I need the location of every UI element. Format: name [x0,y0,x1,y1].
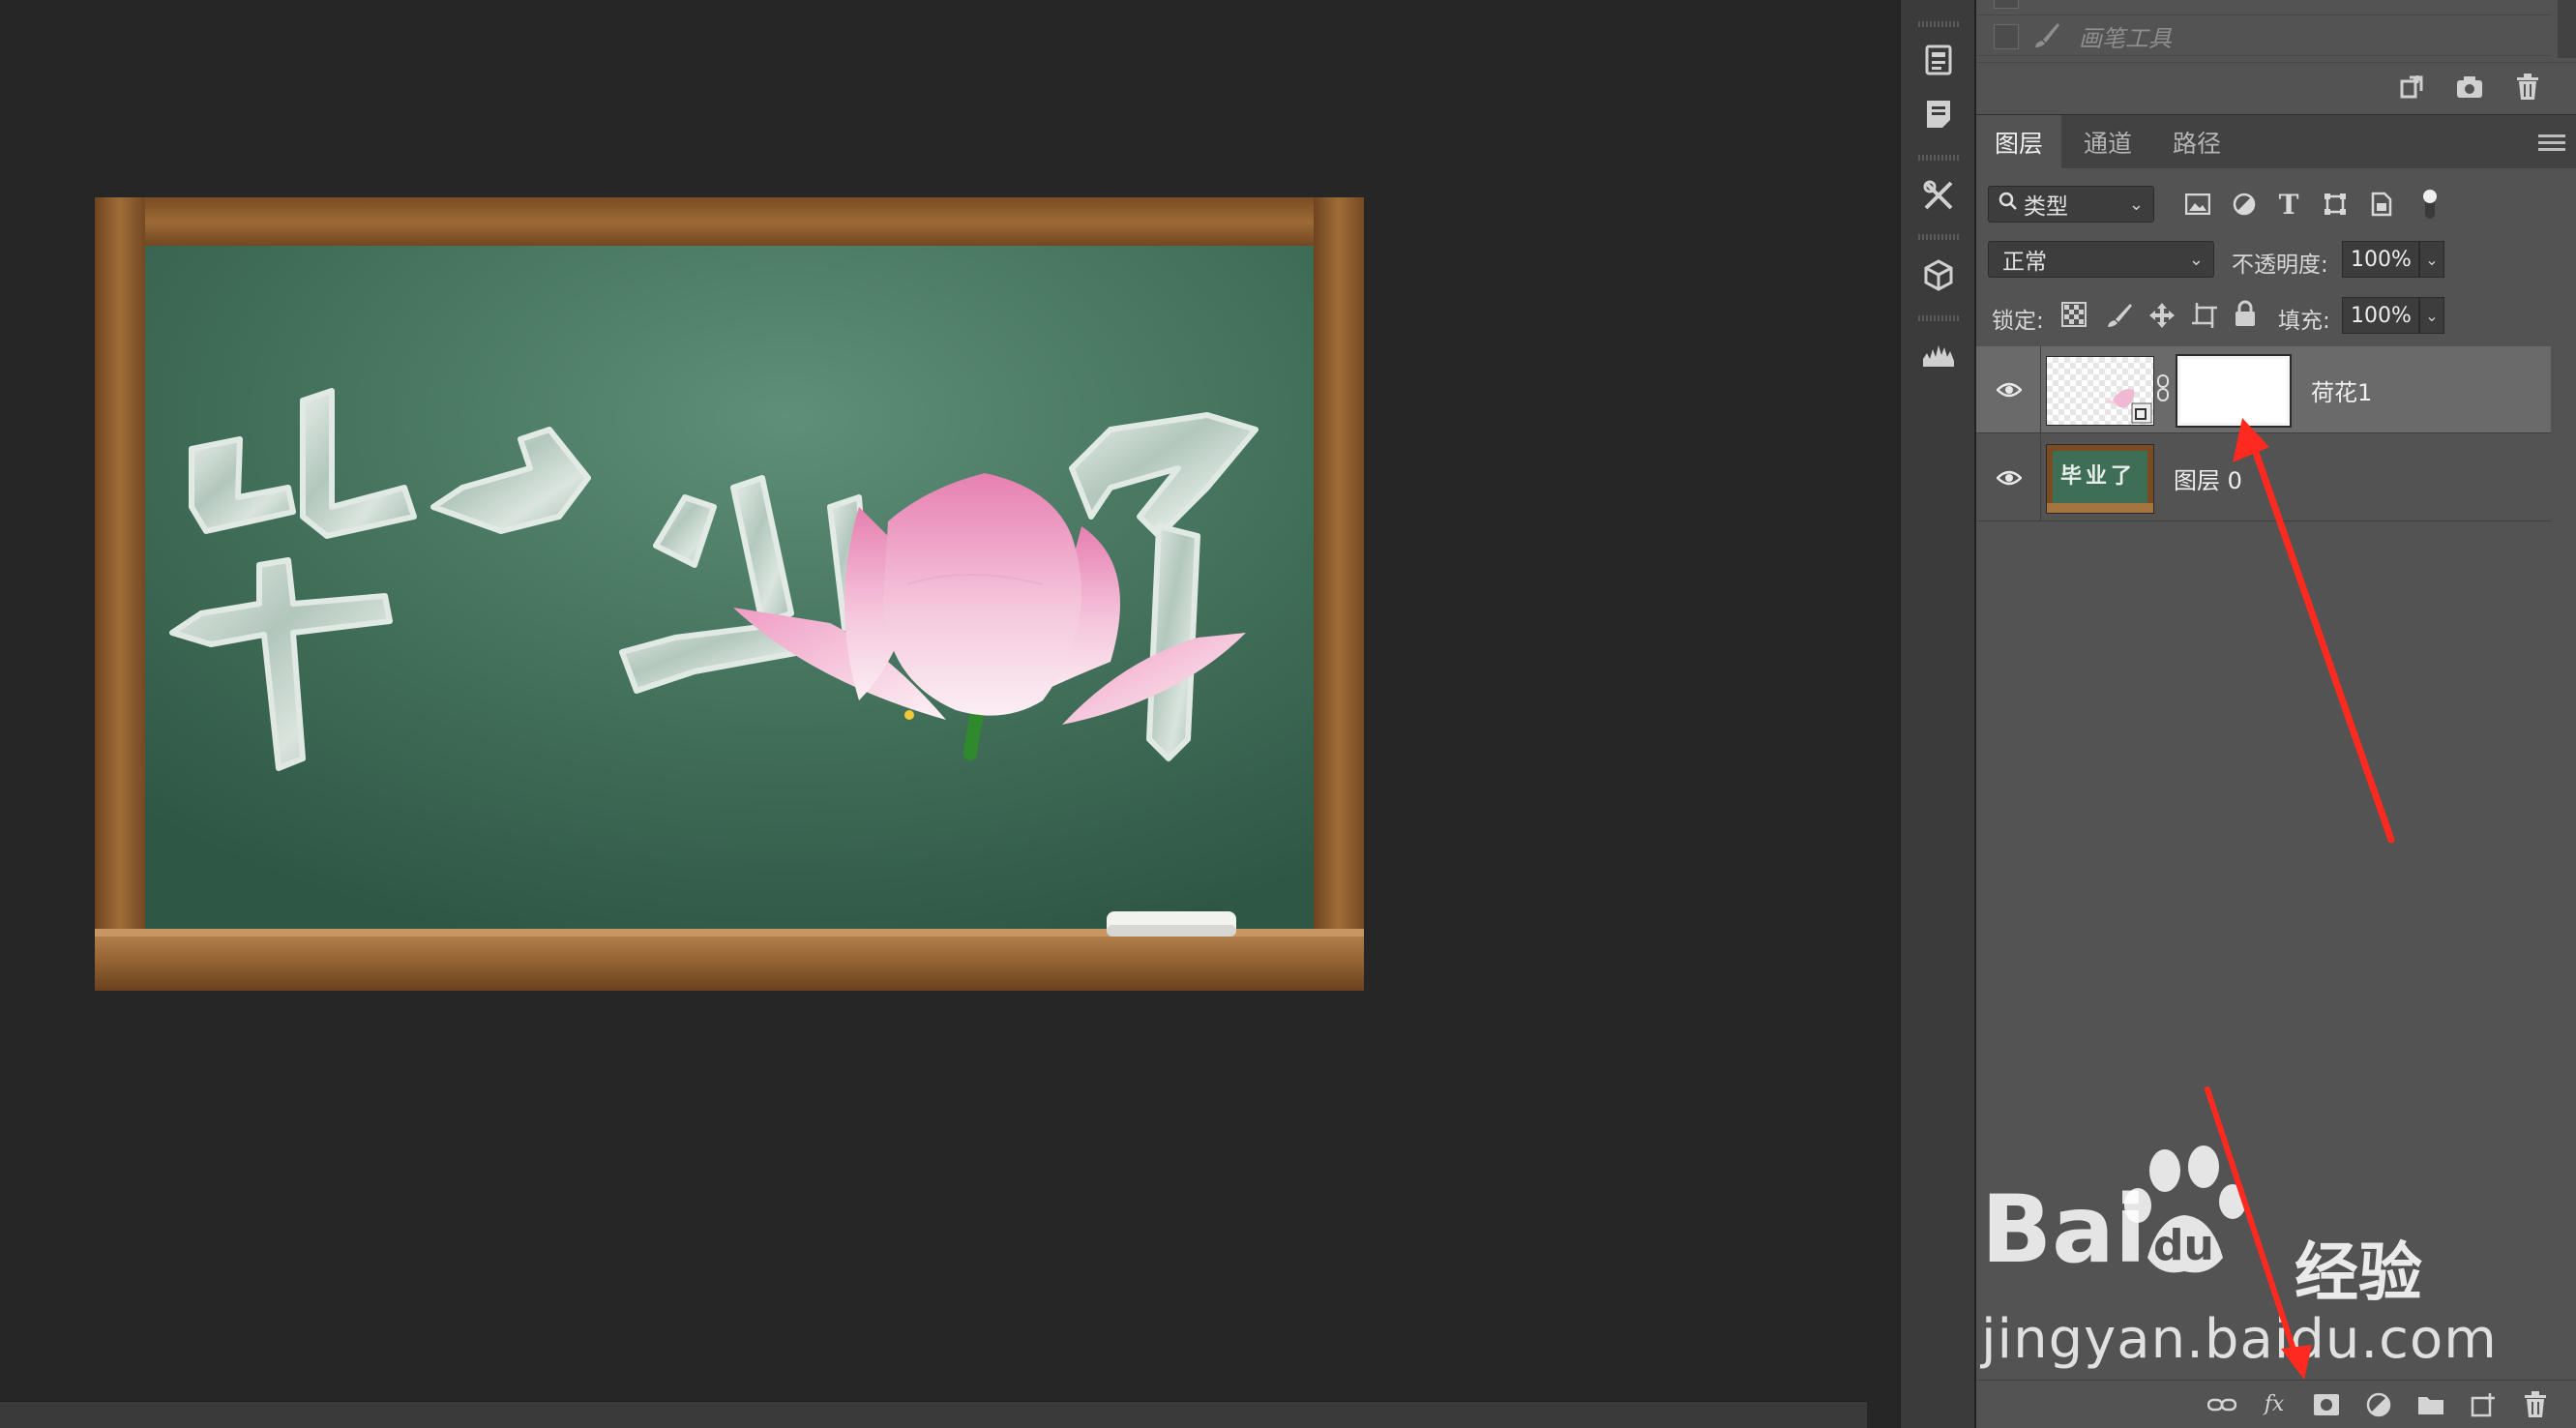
3d-cube-icon[interactable] [1915,252,1962,298]
layers-list: 荷花1 毕业了 图层 0 [1976,344,2576,1380]
mask-link-icon[interactable] [2156,373,2172,404]
history-panel: 画笔工具 [1976,0,2576,114]
history-item[interactable] [1976,0,2551,15]
watermark-jingyan: 经验 [2295,1235,2422,1310]
tab-channels[interactable]: 通道 [2061,115,2154,169]
search-icon [1999,192,2018,217]
visibility-eye-icon[interactable] [1994,463,2025,492]
layers-tab-bar: 图层 通道 路径 [1976,114,2576,169]
fx-icon[interactable]: fx [2260,1390,2289,1419]
lock-paint-icon[interactable] [2106,302,2135,331]
visibility-eye-icon[interactable] [1994,375,2025,404]
adjustment-layer-icon[interactable] [2364,1390,2393,1419]
histogram-icon[interactable] [1915,331,1962,377]
layer-filter-row: 类型 ⌄ T [1976,178,2576,228]
image-filter-icon[interactable] [2181,188,2214,221]
layer-row-layer0[interactable]: 毕业了 图层 0 [1976,434,2551,521]
tab-layers[interactable]: 图层 [1976,115,2061,169]
history-toolbar [1976,62,2576,110]
camera-snapshot-icon[interactable] [2455,73,2484,102]
blend-mode-dropdown[interactable]: 正常 ⌄ [1988,241,2214,278]
lock-all-icon[interactable] [2234,300,2263,329]
opacity-chevron-icon[interactable]: ⌄ [2419,241,2444,278]
layer0-thumb-text: 毕业了 [2060,464,2137,489]
layer-row-lotus[interactable]: 荷花1 [1976,346,2551,433]
lock-transparent-icon[interactable] [2061,302,2090,331]
layer-name-layer0[interactable]: 图层 0 [2174,461,2242,495]
link-layers-icon[interactable] [2207,1390,2236,1419]
trash-icon[interactable] [2513,73,2542,102]
history-snapshot-checkbox[interactable] [1994,23,2019,49]
collapsed-panels-strip [1900,0,1975,1428]
history-scrollbar[interactable] [2558,0,2576,58]
canvas-area[interactable] [0,0,1867,1401]
blend-mode-value: 正常 [2002,250,2047,275]
strip-grip[interactable] [1918,315,1959,321]
brush-icon [2032,20,2061,53]
history-item[interactable]: 画笔工具 [1976,17,2551,56]
filter-toggle-icon[interactable] [2413,188,2446,221]
strip-grip[interactable] [1918,155,1959,161]
right-panel: 画笔工具 图层 通道 路径 类型 ⌄ T 正常 ⌄ 不透明度: 100% ⌄ 锁… [1975,0,2576,1428]
add-mask-icon[interactable] [2312,1390,2341,1419]
new-document-from-state-icon[interactable] [2397,73,2426,102]
tab-paths[interactable]: 路径 [2154,115,2239,169]
notes-icon[interactable] [1915,91,1962,137]
opacity-field[interactable]: 100% [2342,241,2419,278]
eye-divider [2040,346,2041,433]
delete-layer-icon[interactable] [2521,1390,2550,1419]
layer-thumbnail[interactable]: 毕业了 [2046,444,2154,514]
layer-mask-thumbnail[interactable] [2176,354,2292,428]
properties-icon[interactable] [1915,37,1962,83]
document-image[interactable] [95,197,1364,991]
panel-menu-icon[interactable] [2538,129,2565,156]
panel-gap [1867,0,1900,1428]
chevron-down-icon: ⌄ [2128,194,2144,215]
tools-icon[interactable] [1915,172,1962,219]
horizontal-scrollbar[interactable] [0,1401,1867,1428]
lock-artboard-icon[interactable] [2191,302,2220,331]
fill-field[interactable]: 100% [2342,297,2419,334]
watermark-url: jingyan.baidu.com [1981,1308,2498,1371]
adjustment-filter-icon[interactable] [2228,188,2261,221]
opacity-label: 不透明度: [2232,253,2328,278]
type-filter-icon[interactable]: T [2272,188,2305,221]
layers-bottom-toolbar: fx [1976,1380,2576,1428]
layer-name-lotus[interactable]: 荷花1 [2311,373,2372,407]
history-item-label: 画笔工具 [2079,25,2172,52]
lock-label: 锁定: [1992,309,2044,334]
new-layer-icon[interactable] [2469,1390,2498,1419]
shape-filter-icon[interactable] [2319,188,2352,221]
smart-object-filter-icon[interactable] [2365,188,2398,221]
filter-kind-dropdown[interactable]: 类型 ⌄ [1988,186,2154,223]
fill-chevron-icon[interactable]: ⌄ [2419,297,2444,334]
group-folder-icon[interactable] [2416,1390,2445,1419]
fill-label: 填充: [2278,309,2330,334]
strip-grip[interactable] [1918,234,1959,240]
chevron-down-icon: ⌄ [2188,250,2204,270]
lock-move-icon[interactable] [2148,302,2177,331]
strip-grip[interactable] [1918,21,1959,27]
history-snapshot-checkbox[interactable] [1994,0,2019,9]
photoshop-window: 画笔工具 图层 通道 路径 类型 ⌄ T 正常 ⌄ 不透明度: 100% ⌄ 锁… [0,0,2576,1428]
filter-kind-value: 类型 [2024,194,2068,220]
layer-thumbnail[interactable] [2046,356,2154,426]
eye-divider [2040,434,2041,521]
